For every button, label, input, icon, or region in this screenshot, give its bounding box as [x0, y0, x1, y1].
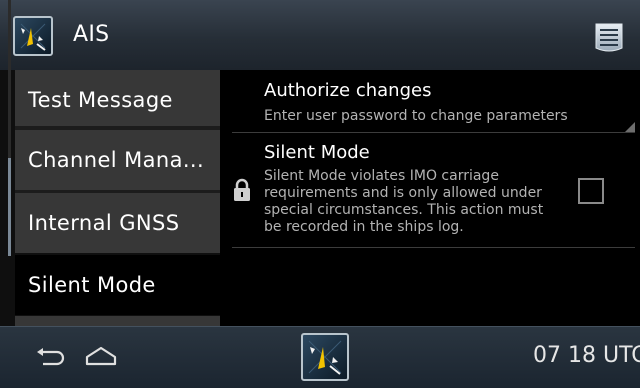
silent-mode-summary-line: requirements and is only allowed under — [264, 185, 542, 201]
nav-item-internal-gnss[interactable]: Internal GNSS — [15, 193, 220, 253]
dropdown-corner-icon — [625, 122, 635, 132]
nav-item-channel-management[interactable]: Channel Mana... — [15, 130, 220, 190]
nav-scrollbar[interactable] — [8, 158, 11, 256]
authorize-changes-title[interactable]: Authorize changes — [264, 80, 431, 101]
silent-mode-checkbox[interactable] — [578, 178, 604, 204]
authorize-changes-summary: Enter user password to change parameters — [264, 108, 568, 124]
silent-mode-summary-line: special circumstances. This action must — [264, 202, 544, 218]
ais-radar-icon[interactable] — [13, 16, 53, 56]
silent-mode-summary-line: Silent Mode violates IMO carriage — [264, 168, 499, 184]
pref-divider — [232, 247, 635, 248]
ais-radar-icon[interactable] — [301, 333, 349, 381]
nav-list-end — [15, 316, 220, 326]
lock-icon — [233, 178, 251, 202]
nav-item-silent-mode[interactable]: Silent Mode — [15, 255, 220, 315]
silent-mode-title[interactable]: Silent Mode — [264, 142, 370, 163]
silent-mode-summary-line: be recorded in the ships log. — [264, 219, 464, 235]
pref-divider — [232, 132, 635, 133]
back-arrow-icon[interactable] — [35, 346, 69, 368]
action-bar: AIS — [0, 0, 640, 71]
clock: 07 18 UTC — [533, 343, 640, 368]
home-icon[interactable] — [84, 345, 118, 367]
list-menu-icon[interactable] — [592, 20, 626, 54]
nav-item-test-message[interactable]: Test Message — [15, 70, 220, 130]
app-title: AIS — [73, 22, 110, 47]
